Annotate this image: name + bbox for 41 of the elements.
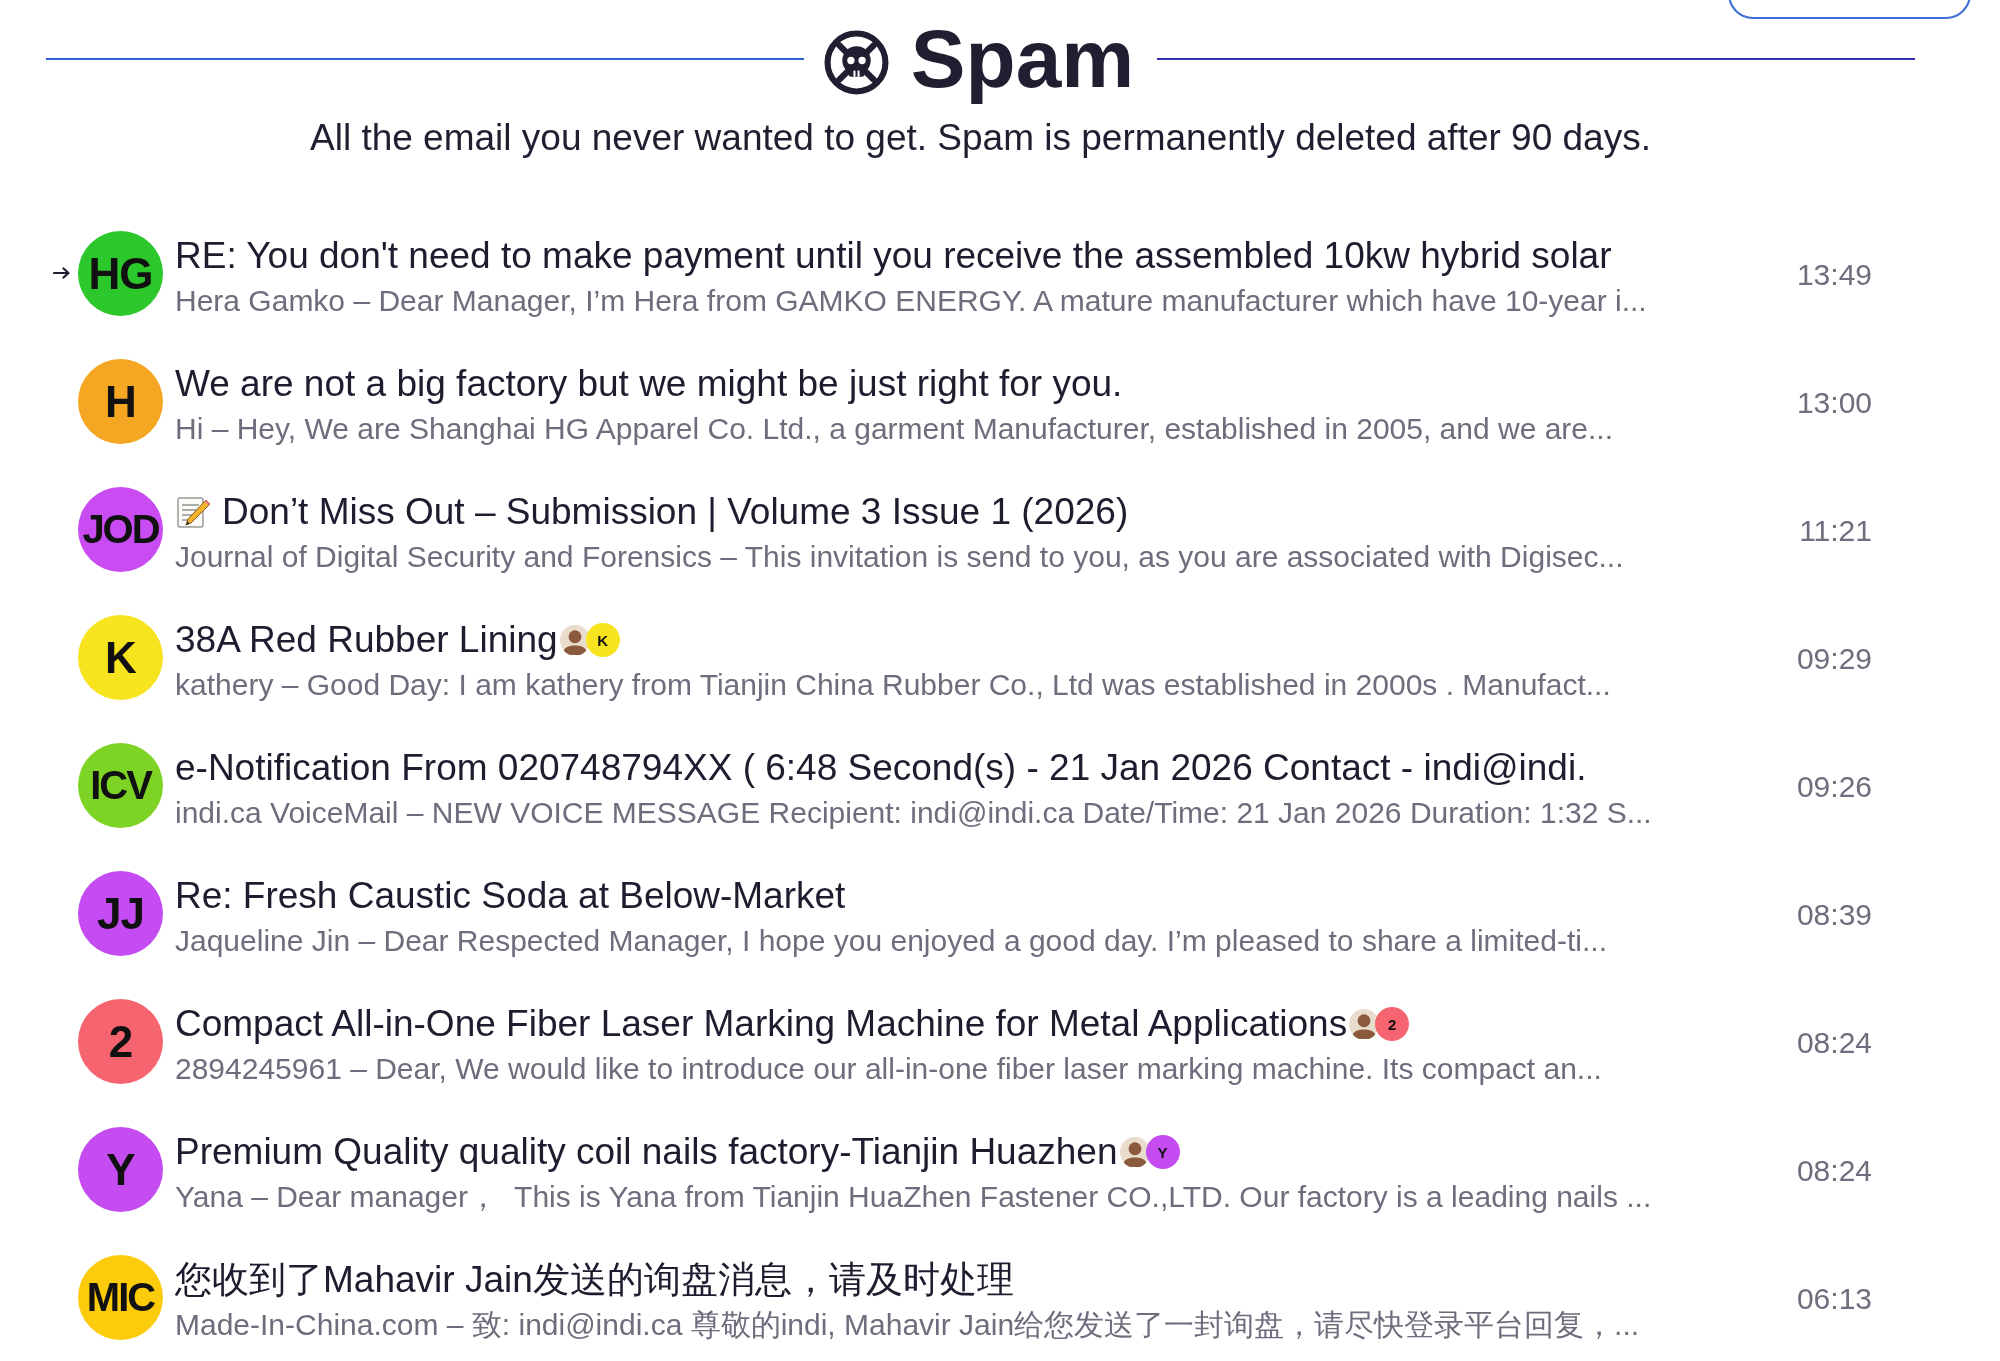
- sender-avatar: H: [78, 359, 163, 444]
- person-avatar-icon: [1119, 1137, 1150, 1167]
- message-preview: kathery – Good Day: I am kathery from Tianjin China Rubber Co., Ltd was established in 2000s . Manufact...: [175, 667, 1612, 703]
- message-subject: Don’t Miss Out – Submission | Volume 3 Issue 1 (2026): [222, 490, 1129, 534]
- message-subject: 您收到了Mahavir Jain发送的询盘消息，请及时处理: [175, 1258, 1014, 1302]
- message-time: 09:26: [1795, 769, 1872, 805]
- message-time: 06:13: [1795, 1281, 1872, 1317]
- skull-crossbones-icon: [823, 29, 889, 95]
- message-preview: Hera Gamko – Dear Manager, I’m Hera from GAMKO ENERGY. A mature manufacturer which have 10-year i...: [175, 283, 1645, 319]
- message-preview: Journal of Digital Security and Forensics – This invitation is send to you, as you are associated with Digisec...: [175, 539, 1625, 575]
- message-time: 08:24: [1795, 1025, 1872, 1061]
- sender-avatar: MIC: [78, 1255, 163, 1340]
- sender-avatar: HG: [78, 231, 163, 316]
- message-time: 09:29: [1795, 641, 1872, 677]
- person-avatar-icon: [559, 625, 590, 655]
- message-subject: Re: Fresh Caustic Soda at Below-Market: [175, 874, 846, 918]
- participant-avatar: Y: [1145, 1135, 1180, 1169]
- message-subject: 38A Red Rubber Lining: [175, 618, 558, 662]
- sender-avatar: JJ: [78, 871, 163, 956]
- participant-avatar: 2: [1375, 1007, 1410, 1041]
- message-subject: e-Notification From 020748794XX ( 6:48 Second(s) - 21 Jan 2026 Contact - indi@indi.: [175, 746, 1587, 790]
- message-subject: We are not a big factory but we might be just right for you.: [175, 362, 1123, 406]
- page-subtitle: All the email you never wanted to get. Spam is permanently deleted after 90 days.: [309, 117, 1652, 159]
- participant-avatar: K: [585, 623, 620, 657]
- sender-avatar: ICV: [78, 743, 163, 828]
- message-preview: Jaqueline Jin – Dear Respected Manager, I hope you enjoyed a good day. I’m pleased to share a limited-ti...: [175, 923, 1608, 959]
- message-preview: Made-In-China.com – 致: indi@indi.ca 尊敬的indi, Mahavir Jain给您发送了一封询盘，请尽快登录平台回复，...: [175, 1307, 1641, 1343]
- message-subject: RE: You don't need to make payment until you receive the assembled 10kw hybrid solar: [175, 234, 1612, 278]
- message-preview: Hi – Hey, We are Shanghai HG Apparel Co. Ltd., a garment Manufacturer, established in 2005, and we are...: [175, 411, 1615, 447]
- message-time: 13:49: [1795, 257, 1872, 293]
- message-time: 11:21: [1798, 513, 1872, 549]
- message-time: 08:39: [1795, 897, 1872, 933]
- message-time: 08:24: [1795, 1153, 1872, 1189]
- message-preview: 2894245961 – Dear, We would like to introduce our all-in-one fiber laser marking machine. Its compact an...: [175, 1051, 1603, 1087]
- message-subject: Compact All-in-One Fiber Laser Marking Machine for Metal Applications: [175, 1002, 1348, 1046]
- sender-avatar: Y: [78, 1127, 163, 1212]
- message-subject: Premium Quality quality coil nails factory-Tianjin Huazhen: [175, 1130, 1118, 1174]
- sender-avatar: K: [78, 615, 163, 700]
- sender-avatar: JOD: [78, 487, 163, 572]
- message-time: 13:00: [1795, 385, 1872, 421]
- sender-avatar: 2: [78, 999, 163, 1084]
